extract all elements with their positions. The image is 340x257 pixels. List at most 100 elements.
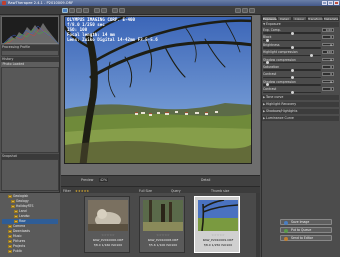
tab-metadata[interactable]: Metadata [323,16,339,21]
zoom-out-icon[interactable] [235,7,241,13]
thumbnail-exif: f/5.6 1/100 ISO100 [148,243,178,247]
shadows-highlights-header[interactable]: ▶ Shadows/Highlights [262,109,339,114]
slider-thumb[interactable] [265,61,269,65]
thumbnail-rating[interactable]: ☆☆☆☆☆ [195,233,241,237]
slider-track[interactable] [263,68,321,72]
folder-icon [8,194,12,198]
folder-label: Pictures [13,239,26,243]
white-balance-tool-icon[interactable] [69,7,75,13]
folder-tree-item[interactable]: Public [2,249,58,254]
tab-colour[interactable]: Colour [292,16,307,21]
editor-icon [284,237,288,241]
folder-icon [11,199,15,203]
folder-icon [14,219,18,223]
save-image-button[interactable]: Save Image [280,219,332,225]
thumbnail-filename: RAW_P2010008.ORF [147,238,179,242]
processing-profile-header[interactable]: Processing Profile [1,45,59,50]
folder-icon [8,224,12,228]
flip-vertical-icon[interactable] [119,7,125,13]
rotate-left-icon[interactable] [94,7,100,13]
send-to-editor-button[interactable]: Send to Editor [280,235,332,241]
thumb-size-label: Thumb size [211,188,230,193]
slider-value-field[interactable]: 0 [322,65,334,69]
slider-track[interactable] [263,31,321,35]
history-item[interactable]: Photo Loaded [1,62,59,67]
crop-tool-icon[interactable] [76,7,82,13]
thumbnail-image[interactable] [88,200,128,231]
query-label[interactable]: Query [171,189,181,193]
straighten-tool-icon[interactable] [83,7,89,13]
full-size-label[interactable]: Full Size [139,189,152,193]
zoom-in-icon[interactable] [242,7,248,13]
tab-transform[interactable]: Transform [307,16,323,21]
slider-thumb[interactable] [309,53,313,57]
slider-thumb[interactable] [290,90,294,94]
thumbnail-card[interactable]: ☆☆☆☆☆ RAW_P2010006.ORF f/8.0 1/160 ISO100 [84,196,130,253]
window-title: RawTherapee 2.4.1 - P2010009.ORF [8,0,74,5]
slider-label: Contrast [263,72,277,77]
thumbnail-image[interactable] [143,200,183,231]
slider-thumb[interactable] [290,76,294,79]
history-header: History [1,57,59,62]
tab-detail[interactable]: Detail [277,16,292,21]
zoom-level[interactable]: 42% [99,177,109,182]
minimize-button[interactable] [322,1,327,5]
slider-thumb[interactable] [265,39,269,42]
slider-value-field[interactable]: 0 [322,57,334,62]
thumbnail-filename: RAW_P2010006.ORF [92,238,124,242]
slider-thumb[interactable] [290,31,294,35]
slider-value-field[interactable]: 0 [322,87,334,91]
folder-label: Land [19,209,27,213]
slider-track[interactable] [263,46,321,50]
slider-value-field[interactable]: 0 [322,42,334,47]
slider-label: Highlight compression [263,50,298,55]
preview-label: Preview [81,177,94,182]
luminance-curve-header[interactable]: ▶ Luminance Curve [262,116,339,121]
highlight-recovery-header[interactable]: ▶ Highlight Recovery [262,102,339,107]
thumbnail-exif: f/8.0 1/160 ISO100 [93,243,123,247]
thumbnail-rating[interactable]: ☆☆☆☆☆ [140,233,186,237]
thumbnail-image[interactable] [198,200,238,231]
slider-value-field[interactable]: 0 [322,72,334,76]
toolbar [0,6,340,15]
thumbnail-rating[interactable]: ☆☆☆☆☆ [85,233,131,237]
thumbnail-filename: RAW_P2010009.ORF [202,238,234,242]
flip-horizontal-icon[interactable] [112,7,118,13]
slider-track[interactable] [263,90,321,94]
exposure-section-header[interactable]: ▼ Exposure [262,22,339,27]
history-list [1,67,59,153]
slider-track[interactable] [263,83,321,87]
tab-exposure[interactable]: Exposure [262,16,277,21]
tone-curve-header[interactable]: ▶ Tone curve [262,95,339,100]
folder-label: Public [13,249,23,253]
close-button[interactable] [334,1,339,5]
rotate-right-icon[interactable] [101,7,107,13]
slider-value-field[interactable]: 100 [322,50,334,54]
zoom-fit-icon[interactable] [249,7,255,13]
app-icon [1,1,6,5]
star-filter[interactable]: ★★★★★ [75,189,89,193]
slider-value-field[interactable]: 0.00 [322,28,334,32]
folder-label: Camera [13,224,26,228]
slider-thumb[interactable] [290,68,294,72]
folder-label: Raw [19,219,26,223]
slider-track[interactable] [263,53,321,57]
folder-label: Landsc [19,214,30,218]
folder-label: Geology [16,199,29,203]
folder-icon [8,229,12,233]
thumbnail-card[interactable]: ☆☆☆☆☆ RAW_P2010008.ORF f/5.6 1/100 ISO100 [139,196,185,253]
maximize-button[interactable] [328,1,333,5]
folder-label: Geologisk [13,194,29,198]
slider-value-field[interactable]: 0 [322,79,334,84]
thumbnail-card[interactable]: ☆☆☆☆☆ RAW_P2010009.ORF f/8.0 1/250 ISO100 [194,196,240,253]
slider-value-field[interactable]: 0 [322,35,334,39]
file-browser-toolbar: Filter ★★★★★ Full Size Query Thumb size [61,186,260,193]
profile-selector[interactable] [1,50,59,56]
slider-label: Contrast [263,87,277,92]
thumbnail-scrollbar[interactable] [256,193,260,257]
exif-overlay: OLYMPUS IMAGING CORP. E-400 f/8.0 1/250 … [67,17,158,42]
exif-lens: Lens: Zuiko Digital 14-42mm F3.5-5.6 [67,37,158,42]
hand-tool-icon[interactable] [62,7,68,13]
histogram [1,16,60,45]
put-to-queue-button[interactable]: Put to Queue [280,227,332,233]
